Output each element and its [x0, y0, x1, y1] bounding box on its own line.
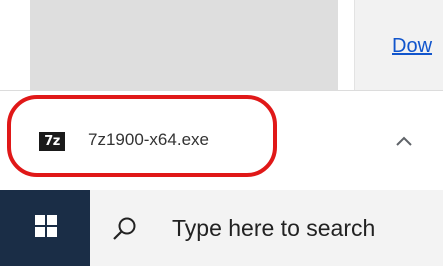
windows-logo-icon [35, 215, 57, 237]
search-placeholder: Type here to search [172, 215, 376, 241]
download-link[interactable]: Dow [392, 35, 432, 58]
windows-taskbar: Type here to search [0, 190, 443, 266]
download-file-name[interactable]: 7z1900-x64.exe [88, 130, 209, 150]
chevron-up-icon [396, 136, 412, 146]
download-item[interactable]: 7z 7z1900-x64.exe [22, 101, 280, 185]
browser-page-content: Dow [0, 0, 443, 90]
gray-content-panel [30, 0, 338, 90]
search-icon [113, 217, 136, 240]
download-link-area: Dow [354, 0, 443, 90]
download-options-button[interactable] [384, 129, 424, 157]
taskbar-search-box[interactable]: Type here to search [90, 190, 443, 266]
start-button[interactable] [0, 190, 90, 266]
download-shelf: 7z 7z1900-x64.exe [0, 90, 443, 190]
7zip-file-icon: 7z [39, 132, 65, 151]
